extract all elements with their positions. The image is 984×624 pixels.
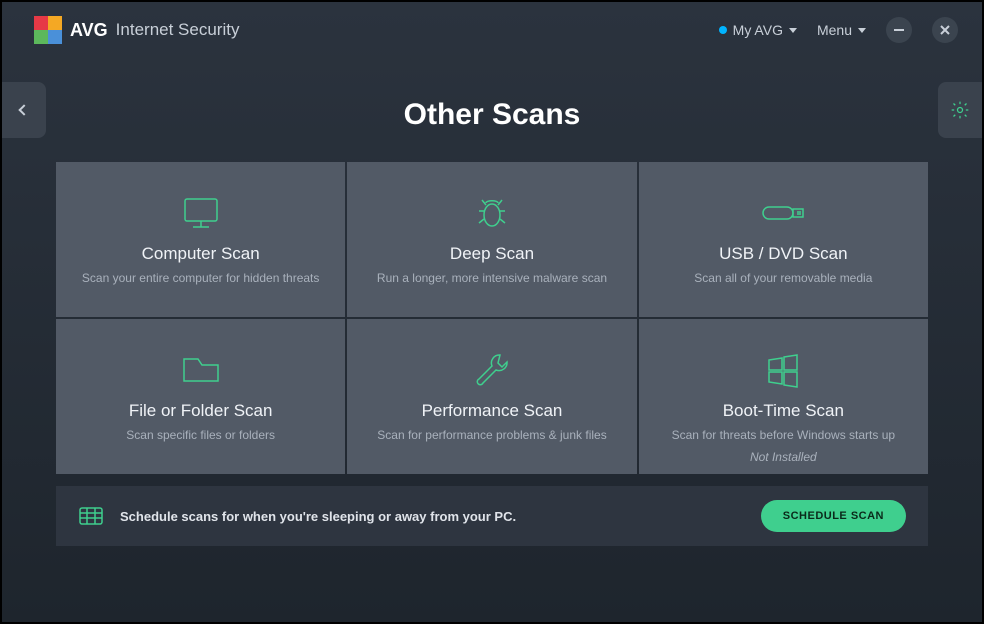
page-title: Other Scans bbox=[404, 98, 581, 132]
gear-icon bbox=[950, 100, 970, 120]
bug-icon bbox=[472, 192, 512, 234]
brand-group: AVG Internet Security bbox=[34, 16, 239, 44]
tile-title: Boot-Time Scan bbox=[723, 401, 844, 421]
monitor-icon bbox=[179, 192, 223, 234]
status-dot-icon bbox=[719, 26, 727, 34]
usb-icon bbox=[759, 192, 807, 234]
tile-performance-scan[interactable]: Performance Scan Scan for performance pr… bbox=[347, 319, 636, 474]
chevron-down-icon bbox=[789, 28, 797, 33]
chevron-down-icon bbox=[858, 28, 866, 33]
header-bar: AVG Internet Security My AVG Menu bbox=[2, 2, 982, 58]
windows-icon bbox=[765, 349, 801, 391]
wrench-icon bbox=[473, 349, 511, 391]
tile-title: Performance Scan bbox=[422, 401, 563, 421]
close-button[interactable] bbox=[932, 17, 958, 43]
tile-title: Deep Scan bbox=[450, 244, 534, 264]
back-button[interactable] bbox=[2, 82, 46, 138]
menu-label: Menu bbox=[817, 22, 852, 38]
tile-boot-scan[interactable]: Boot-Time Scan Scan for threats before W… bbox=[639, 319, 928, 474]
minimize-icon bbox=[894, 29, 904, 31]
tile-title: Computer Scan bbox=[142, 244, 260, 264]
tile-deep-scan[interactable]: Deep Scan Run a longer, more intensive m… bbox=[347, 162, 636, 317]
title-row: Other Scans bbox=[2, 58, 982, 162]
tile-desc: Scan for threats before Windows starts u… bbox=[672, 427, 895, 444]
avg-logo-icon bbox=[34, 16, 62, 44]
tile-usb-scan[interactable]: USB / DVD Scan Scan all of your removabl… bbox=[639, 162, 928, 317]
schedule-bar: Schedule scans for when you're sleeping … bbox=[56, 486, 928, 546]
tile-file-scan[interactable]: File or Folder Scan Scan specific files … bbox=[56, 319, 345, 474]
scan-grid-container: Computer Scan Scan your entire computer … bbox=[2, 162, 982, 474]
calendar-icon bbox=[78, 505, 104, 527]
tile-desc: Scan your entire computer for hidden thr… bbox=[82, 270, 319, 287]
folder-icon bbox=[180, 349, 222, 391]
menu-dropdown[interactable]: Menu bbox=[817, 22, 866, 38]
product-name: Internet Security bbox=[116, 20, 240, 40]
close-icon bbox=[939, 24, 951, 36]
tile-desc: Scan all of your removable media bbox=[694, 270, 872, 287]
tile-desc: Scan for performance problems & junk fil… bbox=[377, 427, 606, 444]
brand-name: AVG bbox=[70, 20, 108, 41]
chevron-left-icon bbox=[18, 104, 29, 115]
scan-grid: Computer Scan Scan your entire computer … bbox=[56, 162, 928, 474]
schedule-text: Schedule scans for when you're sleeping … bbox=[120, 509, 516, 524]
tile-desc: Scan specific files or folders bbox=[126, 427, 275, 444]
my-avg-dropdown[interactable]: My AVG bbox=[719, 22, 797, 38]
tile-title: USB / DVD Scan bbox=[719, 244, 848, 264]
schedule-scan-button[interactable]: SCHEDULE SCAN bbox=[761, 500, 906, 532]
tile-computer-scan[interactable]: Computer Scan Scan your entire computer … bbox=[56, 162, 345, 317]
header-actions: My AVG Menu bbox=[719, 17, 958, 43]
minimize-button[interactable] bbox=[886, 17, 912, 43]
tile-title: File or Folder Scan bbox=[129, 401, 273, 421]
schedule-info: Schedule scans for when you're sleeping … bbox=[78, 505, 516, 527]
settings-button[interactable] bbox=[938, 82, 982, 138]
not-installed-badge: Not Installed bbox=[750, 450, 817, 464]
my-avg-label: My AVG bbox=[733, 22, 783, 38]
app-window: AVG Internet Security My AVG Menu bbox=[0, 0, 984, 624]
tile-desc: Run a longer, more intensive malware sca… bbox=[377, 270, 607, 287]
